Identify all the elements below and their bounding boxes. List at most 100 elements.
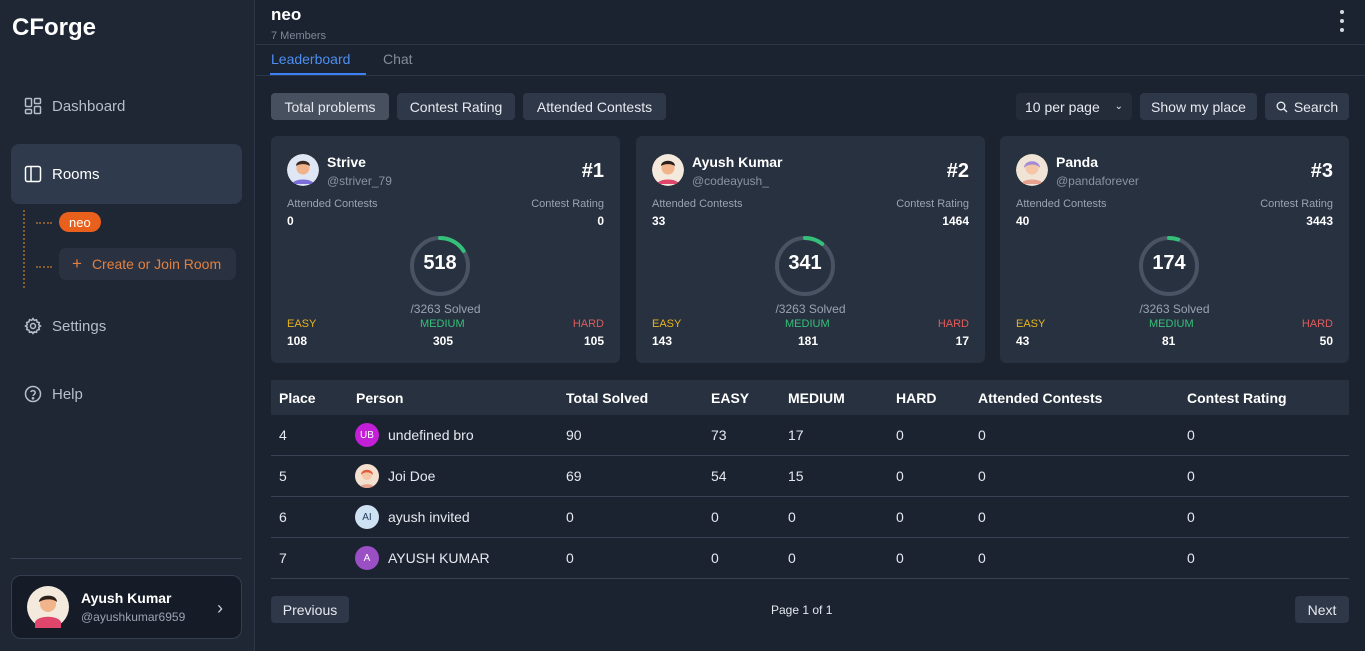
table-row[interactable]: 5 Joi Doe 69 54 15 0 0 0 — [271, 456, 1349, 497]
tab-bar: Leaderboard Chat — [256, 45, 1365, 76]
member-count: 7 Members — [271, 30, 327, 42]
sort-contest-rating-button[interactable]: Contest Rating — [397, 93, 515, 120]
cell-person[interactable]: ayush invited — [388, 509, 470, 525]
cell-rating: 0 — [1187, 509, 1195, 525]
search-button[interactable]: Search — [1265, 93, 1349, 120]
profile-name: Ayush Kumar — [81, 590, 172, 606]
sidebar-divider — [11, 558, 242, 559]
rating-value: 0 — [597, 214, 604, 228]
rank-badge: #1 — [581, 160, 604, 182]
tab-leaderboard[interactable]: Leaderboard — [271, 51, 350, 67]
room-item-neo[interactable]: neo — [59, 212, 101, 232]
active-tab-indicator — [270, 73, 366, 75]
cell-place: 4 — [279, 427, 287, 443]
solved-count: 341 — [788, 252, 822, 274]
easy-label: EASY — [1016, 318, 1046, 330]
solved-count: 174 — [1152, 252, 1186, 274]
cell-person[interactable]: AYUSH KUMAR — [388, 550, 490, 566]
cell-easy: 0 — [711, 550, 719, 566]
user-profile-card[interactable]: Ayush Kumar @ayushkumar6959 › — [11, 575, 242, 639]
chevron-down-icon: ⌄ — [1114, 101, 1123, 112]
avatar: AI — [355, 505, 379, 529]
cell-total-solved: 0 — [566, 509, 574, 525]
gear-icon — [24, 317, 42, 335]
table-row[interactable]: 6 AI ayush invited 0 0 0 0 0 0 — [271, 497, 1349, 538]
top-user-card[interactable]: Ayush Kumar @codeayush_ #2 Attended Cont… — [636, 136, 985, 363]
rating-value: 1464 — [942, 214, 969, 228]
rank-badge: #3 — [1310, 160, 1333, 182]
page-indicator: Page 1 of 1 — [771, 603, 833, 617]
cell-hard: 0 — [896, 468, 904, 484]
app-logo[interactable]: CForge — [12, 14, 96, 42]
solved-total: /3263 Solved — [1139, 302, 1210, 316]
cell-place: 7 — [279, 550, 287, 566]
medium-value: 81 — [1162, 334, 1176, 348]
plus-icon: + — [72, 254, 82, 273]
attended-label: Attended Contests — [1016, 198, 1107, 210]
tab-chat[interactable]: Chat — [383, 51, 413, 67]
room-tree-line — [23, 210, 25, 288]
easy-label: EASY — [287, 318, 317, 330]
column-header[interactable]: MEDIUM — [788, 390, 845, 406]
column-header[interactable]: EASY — [711, 390, 749, 406]
easy-value: 143 — [652, 334, 673, 348]
cell-easy: 54 — [711, 468, 727, 484]
hard-label: HARD — [572, 318, 604, 330]
more-options-icon[interactable] — [1339, 10, 1345, 32]
room-header: neo 7 Members — [256, 0, 1365, 45]
cell-hard: 0 — [896, 509, 904, 525]
cell-total-solved: 0 — [566, 550, 574, 566]
rating-label: Contest Rating — [1260, 198, 1333, 210]
column-header[interactable]: Attended Contests — [978, 390, 1102, 406]
tree-branch — [36, 266, 52, 268]
sort-total-problems-button[interactable]: Total problems — [271, 93, 389, 120]
per-page-select[interactable]: 10 per page ⌄ — [1016, 93, 1132, 120]
column-header[interactable]: Place — [279, 390, 316, 406]
cell-person[interactable]: Joi Doe — [388, 468, 435, 484]
cell-total-solved: 90 — [566, 427, 582, 443]
previous-page-button[interactable]: Previous — [271, 596, 349, 623]
show-my-place-button[interactable]: Show my place — [1140, 93, 1257, 120]
sidebar-item-label: Rooms — [52, 165, 100, 183]
cell-easy: 73 — [711, 427, 727, 443]
tree-branch — [36, 222, 52, 224]
search-icon — [1276, 101, 1288, 112]
cell-easy: 0 — [711, 509, 719, 525]
table-row[interactable]: 7 A AYUSH KUMAR 0 0 0 0 0 0 — [271, 538, 1349, 579]
sidebar-item-settings[interactable]: Settings — [11, 296, 242, 356]
search-label: Search — [1293, 98, 1339, 115]
top-user-card[interactable]: Panda @pandaforever #3 Attended Contests… — [1000, 136, 1349, 363]
next-page-button[interactable]: Next — [1295, 596, 1349, 623]
column-header[interactable]: Person — [356, 390, 403, 406]
avatar: A — [355, 546, 379, 570]
user-name: Panda — [1056, 154, 1099, 170]
cell-hard: 0 — [896, 550, 904, 566]
cell-person[interactable]: undefined bro — [388, 427, 474, 443]
cell-place: 5 — [279, 468, 287, 484]
rank-badge: #2 — [946, 160, 969, 182]
easy-value: 108 — [287, 334, 308, 348]
create-join-room-button[interactable]: + Create or Join Room — [59, 248, 236, 280]
user-name: Ayush Kumar — [692, 154, 783, 170]
medium-value: 181 — [798, 334, 819, 348]
sidebar-item-dashboard[interactable]: Dashboard — [11, 76, 242, 136]
attended-value: 40 — [1016, 214, 1030, 228]
sort-attended-contests-button[interactable]: Attended Contests — [523, 93, 666, 120]
cell-rating: 0 — [1187, 468, 1195, 484]
avatar — [355, 464, 379, 488]
attended-label: Attended Contests — [287, 198, 378, 210]
dashboard-icon — [24, 97, 42, 115]
cell-medium: 0 — [788, 509, 796, 525]
table-row[interactable]: 4 UB undefined bro 90 73 17 0 0 0 — [271, 415, 1349, 456]
user-name: Strive — [327, 154, 366, 170]
top-user-card[interactable]: Strive @striver_79 #1 Attended Contests … — [271, 136, 620, 363]
cell-medium: 0 — [788, 550, 796, 566]
column-header[interactable]: Total Solved — [566, 390, 648, 406]
leaderboard-table: Place Person Total Solved EASY MEDIUM HA… — [271, 380, 1349, 579]
sidebar-item-help[interactable]: Help — [11, 364, 242, 424]
column-header[interactable]: Contest Rating — [1187, 390, 1287, 406]
sidebar-item-rooms[interactable]: Rooms — [11, 144, 242, 204]
attended-value: 0 — [287, 214, 294, 228]
cell-rating: 0 — [1187, 550, 1195, 566]
column-header[interactable]: HARD — [896, 390, 936, 406]
